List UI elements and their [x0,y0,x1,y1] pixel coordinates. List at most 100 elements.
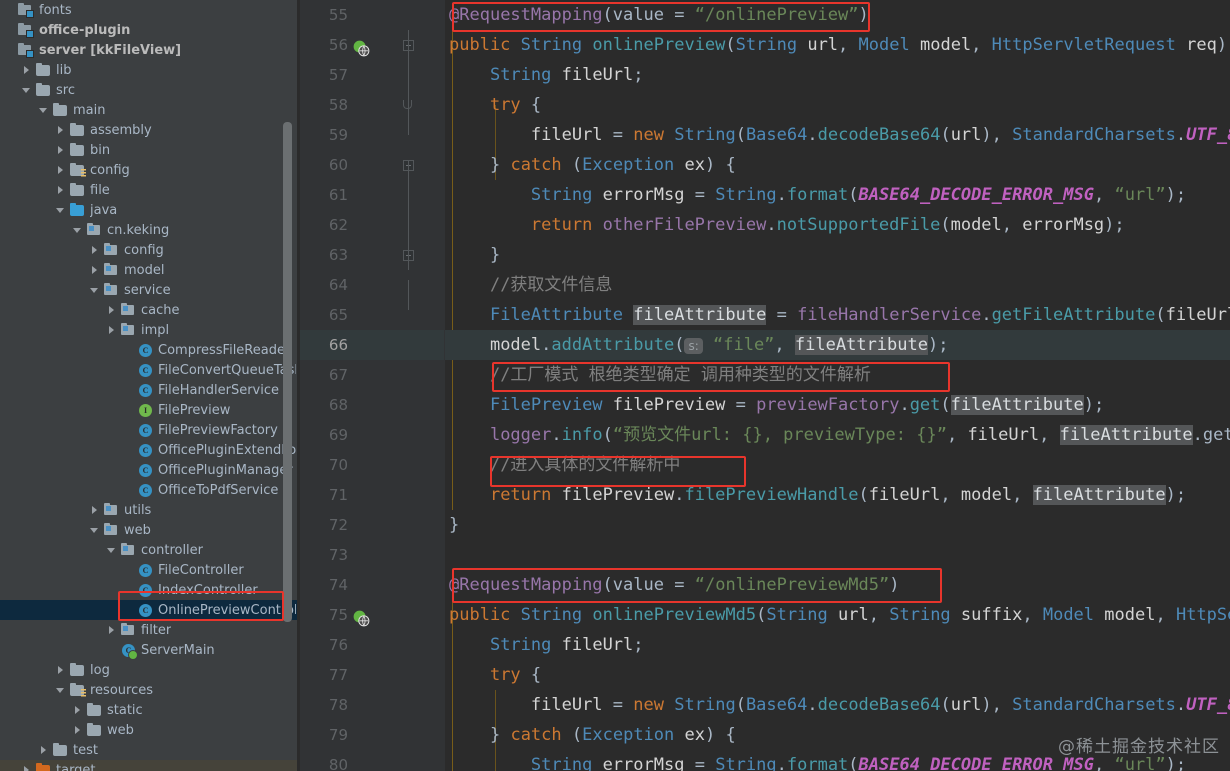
chevron-right-icon[interactable] [55,164,67,176]
gutter-line-79[interactable]: 79 [300,720,445,750]
tree-item-web[interactable]: web [0,720,300,740]
code-line-73[interactable] [445,540,1230,570]
chevron-right-icon[interactable] [106,304,118,316]
tree-item-indexcontroller[interactable]: CIndexController [0,580,300,600]
gutter-line-58[interactable]: 58 [300,90,445,120]
chevron-right-icon[interactable] [55,184,67,196]
tree-item-java[interactable]: java [0,200,300,220]
tree-item-filecontroller[interactable]: CFileController [0,560,300,580]
code-line-70[interactable]: //进入具体的文件解析中 [445,450,1230,480]
chevron-right-icon[interactable] [89,244,101,256]
chevron-right-icon[interactable] [106,324,118,336]
gutter-line-78[interactable]: 78 [300,690,445,720]
code-line-61[interactable]: String errorMsg = String.format(BASE64_D… [445,180,1230,210]
gutter-line-80[interactable]: 80 [300,750,445,771]
gutter-line-70[interactable]: 70 [300,450,445,480]
code-line-59[interactable]: fileUrl = new String(Base64.decodeBase64… [445,120,1230,150]
code-line-74[interactable]: @RequestMapping(value = “/onlinePreviewM… [445,570,1230,600]
tree-item-filepreviewfactory[interactable]: CFilePreviewFactory [0,420,300,440]
tree-item-officepluginextendformatreg[interactable]: COfficePluginExtendFormatReg [0,440,300,460]
gutter-line-61[interactable]: 61 [300,180,445,210]
chevron-right-icon[interactable] [55,664,67,676]
tree-item-fonts[interactable]: fonts [0,0,300,20]
code-line-68[interactable]: FilePreview filePreview = previewFactory… [445,390,1230,420]
code-line-56[interactable]: public String onlinePreview(String url, … [445,30,1230,60]
gutter-line-66[interactable]: 66 [300,330,445,360]
code-line-55[interactable]: @RequestMapping(value = “/onlinePreview”… [445,0,1230,30]
gutter-line-69[interactable]: 69 [300,420,445,450]
tree-item-web[interactable]: web [0,520,300,540]
code-line-57[interactable]: String fileUrl; [445,60,1230,90]
code-line-75[interactable]: public String onlinePreviewMd5(String ur… [445,600,1230,630]
gutter-line-56[interactable]: 56 [300,30,445,60]
chevron-right-icon[interactable] [72,704,84,716]
chevron-down-icon[interactable] [89,284,101,296]
code-line-65[interactable]: FileAttribute fileAttribute = fileHandle… [445,300,1230,330]
tree-item-log[interactable]: log [0,660,300,680]
tree-item-impl[interactable]: impl [0,320,300,340]
tree-item-target[interactable]: target [0,760,300,771]
project-tree[interactable]: fontsoffice-pluginserver [kkFileView]lib… [0,0,300,771]
gutter-line-57[interactable]: 57 [300,60,445,90]
tree-item-config[interactable]: config [0,240,300,260]
gutter-line-76[interactable]: 76 [300,630,445,660]
chevron-down-icon[interactable] [89,524,101,536]
gutter-line-68[interactable]: 68 [300,390,445,420]
tree-item-servermain[interactable]: CServerMain [0,640,300,660]
gutter-line-62[interactable]: 62 [300,210,445,240]
tree-item-onlinepreviewcontroller[interactable]: COnlinePreviewController [0,600,300,620]
chevron-right-icon[interactable] [55,144,67,156]
tree-item-test[interactable]: test [0,740,300,760]
chevron-right-icon[interactable] [89,264,101,276]
gutter-line-73[interactable]: 73 [300,540,445,570]
gutter-line-67[interactable]: 67 [300,360,445,390]
project-tree-panel[interactable]: fontsoffice-pluginserver [kkFileView]lib… [0,0,300,771]
tree-item-cn-keking[interactable]: cn.keking [0,220,300,240]
tree-item-resources[interactable]: resources [0,680,300,700]
gutter-line-65[interactable]: 65 [300,300,445,330]
chevron-down-icon[interactable] [55,204,67,216]
tree-item-officepluginmanager[interactable]: COfficePluginManager [0,460,300,480]
code-line-72[interactable]: } [445,510,1230,540]
gutter-line-74[interactable]: 74 [300,570,445,600]
tree-item-compressfilereader[interactable]: CCompressFileReader [0,340,300,360]
web-endpoint-icon[interactable] [353,37,370,54]
gutter-line-75[interactable]: 75 [300,600,445,630]
chevron-right-icon[interactable] [89,504,101,516]
code-line-62[interactable]: return otherFilePreview.notSupportedFile… [445,210,1230,240]
code-line-63[interactable]: } [445,240,1230,270]
tree-item-service[interactable]: service [0,280,300,300]
tree-item-fileconvertqueuetask[interactable]: CFileConvertQueueTask [0,360,300,380]
tree-item-file[interactable]: file [0,180,300,200]
chevron-right-icon[interactable] [72,724,84,736]
code-editor[interactable]: 5556575859606162636465666768697071727374… [300,0,1230,771]
tree-item-utils[interactable]: utils [0,500,300,520]
tree-item-filehandlerservice[interactable]: CFileHandlerService [0,380,300,400]
tree-item-controller[interactable]: controller [0,540,300,560]
gutter-line-77[interactable]: 77 [300,660,445,690]
tree-item-lib[interactable]: lib [0,60,300,80]
chevron-right-icon[interactable] [21,64,33,76]
code-line-77[interactable]: try { [445,660,1230,690]
tree-item-office-plugin[interactable]: office-plugin [0,20,300,40]
tree-item-officetopdfservice[interactable]: COfficeToPdfService [0,480,300,500]
chevron-down-icon[interactable] [55,684,67,696]
gutter-line-72[interactable]: 72 [300,510,445,540]
tree-item-server-kkfileview[interactable]: server [kkFileView] [0,40,300,60]
chevron-down-icon[interactable] [72,224,84,236]
chevron-right-icon[interactable] [38,744,50,756]
code-line-58[interactable]: try { [445,90,1230,120]
editor-gutter[interactable]: 5556575859606162636465666768697071727374… [300,0,445,771]
code-line-78[interactable]: fileUrl = new String(Base64.decodeBase64… [445,690,1230,720]
code-line-64[interactable]: //获取文件信息 [445,270,1230,300]
tree-item-static[interactable]: static [0,700,300,720]
tree-item-filepreview[interactable]: IFilePreview [0,400,300,420]
gutter-line-60[interactable]: 60 [300,150,445,180]
editor-code-area[interactable]: @RequestMapping(value = “/onlinePreview”… [445,0,1230,771]
code-line-66[interactable]: model.addAttribute(s: “file”, fileAttrib… [445,330,1230,360]
chevron-down-icon[interactable] [106,544,118,556]
tree-item-assembly[interactable]: assembly [0,120,300,140]
chevron-down-icon[interactable] [38,104,50,116]
tree-item-filter[interactable]: filter [0,620,300,640]
tree-item-model[interactable]: model [0,260,300,280]
